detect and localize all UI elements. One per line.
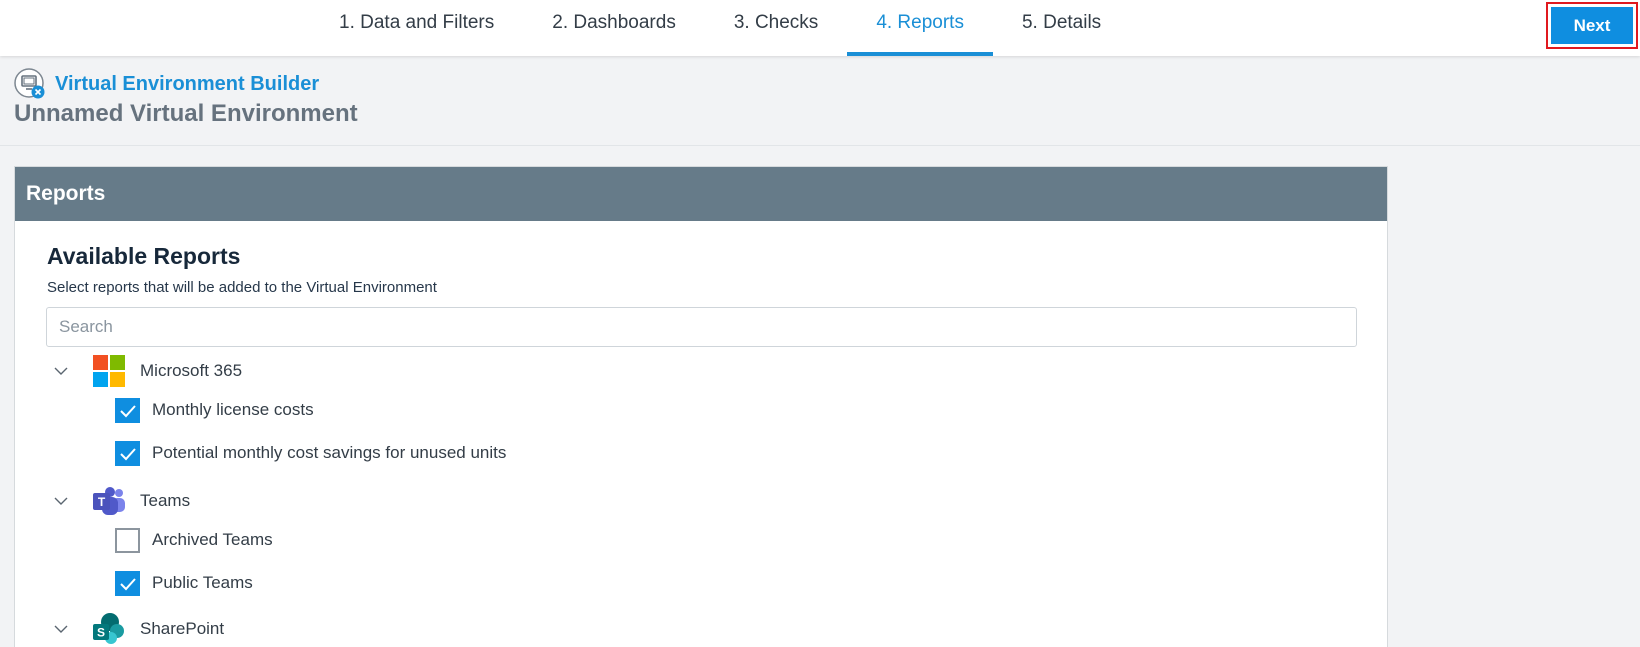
chevron-down-icon[interactable]: [53, 621, 69, 637]
reports-panel-title: Reports: [26, 182, 106, 205]
step-data-and-filters[interactable]: 1. Data and Filters: [310, 0, 523, 56]
step-checks[interactable]: 3. Checks: [705, 0, 847, 56]
reports-panel: Reports Available Reports Select reports…: [14, 166, 1388, 647]
report-checkbox[interactable]: [115, 398, 140, 423]
environment-name: Unnamed Virtual Environment: [14, 100, 358, 127]
step-details[interactable]: 5. Details: [993, 0, 1130, 56]
search-input[interactable]: [46, 307, 1357, 347]
report-label[interactable]: Archived Teams: [152, 530, 273, 550]
report-label[interactable]: Public Teams: [152, 573, 253, 593]
group-label: Teams: [140, 491, 191, 510]
report-checkbox[interactable]: [115, 571, 140, 596]
top-nav-bar: 1. Data and Filters 2. Dashboards 3. Che…: [0, 0, 1640, 56]
report-checkbox[interactable]: [115, 528, 140, 553]
next-button[interactable]: Next: [1551, 7, 1633, 44]
report-checkbox[interactable]: [115, 441, 140, 466]
virtual-environment-builder-icon: [14, 68, 46, 100]
svg-text:T: T: [98, 495, 106, 509]
builder-title-row: Virtual Environment Builder: [14, 68, 319, 100]
step-dashboards[interactable]: 2. Dashboards: [523, 0, 705, 56]
next-button-highlight: Next: [1546, 2, 1638, 49]
report-label[interactable]: Monthly license costs: [152, 400, 314, 420]
builder-title: Virtual Environment Builder: [55, 72, 320, 95]
group-label: SharePoint: [140, 619, 225, 638]
reports-panel-header: Reports: [15, 167, 1387, 221]
page-header: Virtual Environment Builder Unnamed Virt…: [0, 56, 1640, 146]
step-reports[interactable]: 4. Reports: [847, 0, 993, 56]
sharepoint-icon: S: [92, 612, 126, 646]
report-label[interactable]: Potential monthly cost savings for unuse…: [152, 443, 506, 463]
group-label: Microsoft 365: [140, 361, 243, 380]
teams-icon: T: [92, 484, 126, 518]
chevron-down-icon[interactable]: [53, 493, 69, 509]
svg-text:S: S: [97, 626, 105, 640]
available-reports-title: Available Reports: [47, 243, 241, 269]
microsoft-365-icon: [92, 354, 126, 388]
available-reports-subtitle: Select reports that will be added to the…: [47, 279, 437, 296]
wizard-steps: 1. Data and Filters 2. Dashboards 3. Che…: [310, 0, 1130, 56]
chevron-down-icon[interactable]: [53, 363, 69, 379]
